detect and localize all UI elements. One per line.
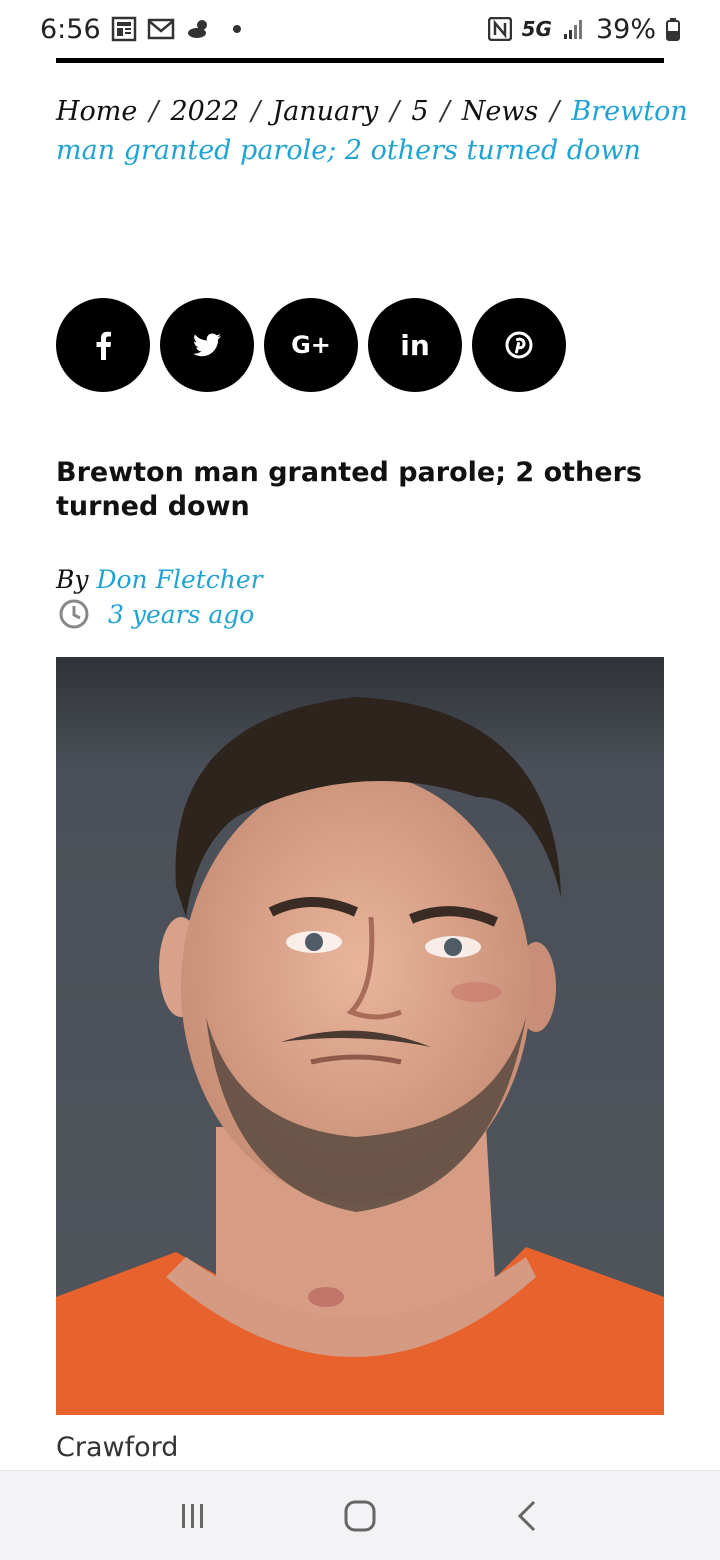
author-link[interactable]: Don Fletcher [96,565,262,594]
publish-time: 3 years ago [58,598,254,630]
breadcrumb-separator: / [550,96,560,127]
back-icon [517,1500,535,1531]
notification-dot [232,25,241,33]
recent-apps-button[interactable] [153,1481,233,1551]
breadcrumb: Home/2022/January/5/News / Brewton man gra… [56,92,688,170]
breadcrumb-separator: / [390,96,400,127]
image-caption: Crawford [56,1432,179,1463]
time-ago-link[interactable]: 3 years ago [108,600,254,629]
status-time: 6:56 [40,13,101,45]
share-linkedin-button[interactable]: in [368,298,462,392]
breadcrumb-separator: / [149,96,159,127]
share-twitter-button[interactable] [160,298,254,392]
weather-icon [185,17,213,41]
by-label: By [56,565,89,594]
share-google-plus-button[interactable]: G+ [264,298,358,392]
status-left: 6:56 [40,14,241,45]
clock-icon [59,599,89,629]
share-buttons: G+ in [56,298,566,392]
breadcrumb-separator: / [251,96,261,127]
status-bar: 6:56 5G 39% [0,0,720,58]
home-button[interactable] [320,1481,400,1551]
breadcrumb-year[interactable]: 2022 [171,96,240,127]
breadcrumb-home[interactable]: Home [56,96,137,127]
nfc-icon [487,17,512,41]
battery-percent: 39% [595,13,656,45]
pinterest-icon [505,331,533,359]
gmail-icon [147,17,175,41]
top-divider [56,58,664,63]
breadcrumb-day[interactable]: 5 [411,96,428,127]
back-button[interactable] [487,1481,567,1551]
breadcrumb-news[interactable]: News [462,96,539,127]
share-pinterest-button[interactable] [472,298,566,392]
share-facebook-button[interactable] [56,298,150,392]
article-image[interactable] [56,657,664,1415]
facebook-icon [96,331,111,360]
news-icon [111,16,137,42]
home-icon [344,1500,376,1531]
twitter-icon [193,333,221,357]
mugshot-photo [56,657,664,1415]
system-nav-bar [0,1470,720,1560]
signal-icon [562,18,586,40]
breadcrumb-separator: / [440,96,450,127]
recent-apps-icon [182,1503,204,1528]
article-title: Brewton man granted parole; 2 others tur… [56,457,642,522]
byline: By Don Fletcher [56,562,263,598]
google-plus-icon: G+ [291,331,331,359]
battery-icon [666,17,680,41]
status-right: 5G 39% [487,13,680,45]
linkedin-icon: in [400,328,430,362]
breadcrumb-month[interactable]: January [272,96,378,127]
network-type: 5G [521,17,552,41]
